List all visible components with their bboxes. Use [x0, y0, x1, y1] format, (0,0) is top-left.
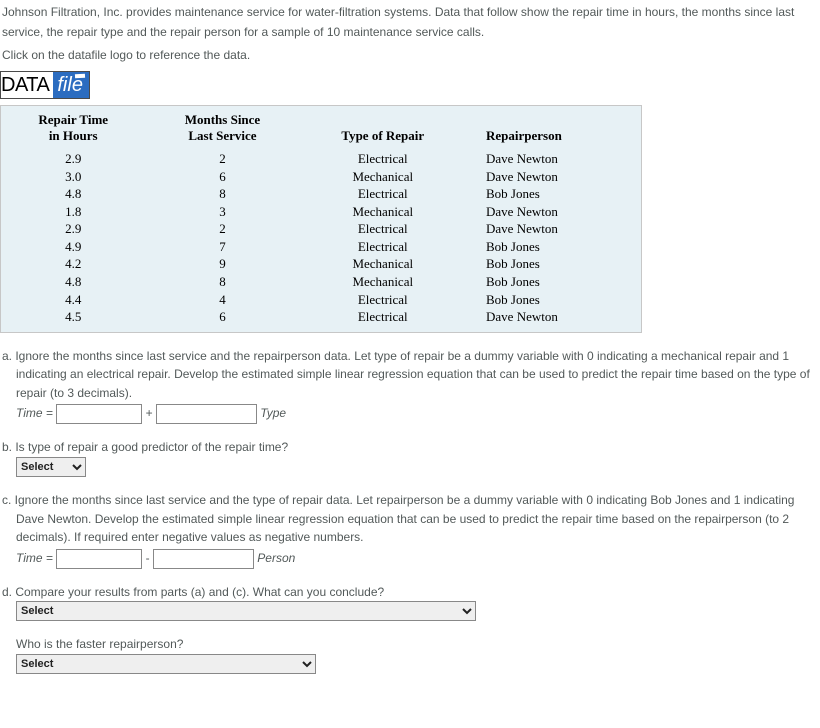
cell-time: 2.9 — [1, 150, 145, 168]
cell-months: 8 — [145, 185, 299, 203]
question-a-text: Ignore the months since last service and… — [15, 349, 809, 400]
cell-type: Electrical — [300, 220, 466, 238]
table-row: 4.97ElectricalBob Jones — [1, 238, 641, 256]
cell-months: 8 — [145, 273, 299, 291]
table-row: 4.29MechanicalBob Jones — [1, 255, 641, 273]
intro-text-2: Click on the datafile logo to reference … — [2, 48, 250, 62]
cell-months: 7 — [145, 238, 299, 256]
cell-person: Dave Newton — [466, 220, 641, 238]
cell-person: Dave Newton — [466, 203, 641, 221]
qa-term: Type — [260, 407, 286, 421]
qc-term: Person — [257, 551, 295, 565]
cell-person: Bob Jones — [466, 273, 641, 291]
cell-months: 3 — [145, 203, 299, 221]
cell-time: 1.8 — [1, 203, 145, 221]
qb-select[interactable]: Select — [16, 457, 86, 477]
qc-input-slope[interactable] — [153, 549, 254, 569]
col-header-months: Months SinceLast Service — [145, 106, 299, 150]
question-b-label: b. — [2, 440, 15, 454]
table-row: 2.92ElectricalDave Newton — [1, 150, 641, 168]
cell-time: 4.9 — [1, 238, 145, 256]
cell-person: Bob Jones — [466, 255, 641, 273]
cell-person: Dave Newton — [466, 308, 641, 332]
cell-months: 4 — [145, 291, 299, 309]
question-b-text: Is type of repair a good predictor of th… — [15, 440, 288, 454]
question-a: a. Ignore the months since last service … — [0, 333, 820, 425]
cell-time: 2.9 — [1, 220, 145, 238]
table-row: 2.92ElectricalDave Newton — [1, 220, 641, 238]
datafile-logo-left: DATA — [1, 72, 53, 98]
col-header-type: Type of Repair — [300, 106, 466, 150]
cell-person: Bob Jones — [466, 185, 641, 203]
cell-months: 9 — [145, 255, 299, 273]
qd-select-faster[interactable]: Select — [16, 654, 316, 674]
cell-person: Bob Jones — [466, 291, 641, 309]
cell-type: Electrical — [300, 185, 466, 203]
cell-time: 4.8 — [1, 273, 145, 291]
cell-time: 4.5 — [1, 308, 145, 332]
cell-time: 4.4 — [1, 291, 145, 309]
cell-person: Bob Jones — [466, 238, 641, 256]
intro-text-1: Johnson Filtration, Inc. provides mainte… — [2, 5, 794, 39]
qd-select-conclusion[interactable]: Select — [16, 601, 476, 621]
question-c-text: Ignore the months since last service and… — [15, 493, 795, 544]
intro-paragraph-1: Johnson Filtration, Inc. provides mainte… — [0, 0, 820, 43]
intro-paragraph-2: Click on the datafile logo to reference … — [0, 43, 820, 65]
question-d-text: Compare your results from parts (a) and … — [15, 585, 384, 599]
cell-type: Mechanical — [300, 203, 466, 221]
cell-type: Electrical — [300, 291, 466, 309]
cell-months: 6 — [145, 168, 299, 186]
qc-minus: - — [146, 551, 153, 565]
qa-eq-lhs: Time = — [16, 407, 56, 421]
cell-months: 6 — [145, 308, 299, 332]
cell-months: 2 — [145, 150, 299, 168]
cell-type: Mechanical — [300, 273, 466, 291]
cell-person: Dave Newton — [466, 150, 641, 168]
cell-type: Electrical — [300, 308, 466, 332]
datafile-logo[interactable]: DATA file — [0, 71, 90, 99]
cell-type: Mechanical — [300, 168, 466, 186]
col-header-repair-time: Repair Timein Hours — [1, 106, 145, 150]
cell-time: 3.0 — [1, 168, 145, 186]
cell-type: Electrical — [300, 238, 466, 256]
col-header-person: Repairperson — [466, 106, 641, 150]
question-a-label: a. — [2, 349, 15, 363]
cell-type: Electrical — [300, 150, 466, 168]
table-row: 1.83MechanicalDave Newton — [1, 203, 641, 221]
qc-input-intercept[interactable] — [56, 549, 142, 569]
table-row: 4.44ElectricalBob Jones — [1, 291, 641, 309]
table-row: 3.06MechanicalDave Newton — [1, 168, 641, 186]
cell-months: 2 — [145, 220, 299, 238]
question-b: b. Is type of repair a good predictor of… — [0, 424, 820, 477]
qa-input-intercept[interactable] — [56, 404, 142, 424]
question-c: c. Ignore the months since last service … — [0, 477, 820, 569]
cell-person: Dave Newton — [466, 168, 641, 186]
question-c-label: c. — [2, 493, 15, 507]
data-table: Repair Timein Hours Months SinceLast Ser… — [0, 105, 642, 332]
datafile-logo-right: file — [53, 72, 89, 98]
cell-time: 4.2 — [1, 255, 145, 273]
cell-time: 4.8 — [1, 185, 145, 203]
cell-type: Mechanical — [300, 255, 466, 273]
qa-input-slope[interactable] — [156, 404, 257, 424]
qa-plus: + — [146, 407, 156, 421]
table-row: 4.88MechanicalBob Jones — [1, 273, 641, 291]
table-row: 4.88ElectricalBob Jones — [1, 185, 641, 203]
question-d: d. Compare your results from parts (a) a… — [0, 569, 820, 674]
qc-eq-lhs: Time = — [16, 551, 56, 565]
table-row: 4.56ElectricalDave Newton — [1, 308, 641, 332]
qd-sub-question: Who is the faster repairperson? — [16, 637, 183, 651]
question-d-label: d. — [2, 585, 15, 599]
